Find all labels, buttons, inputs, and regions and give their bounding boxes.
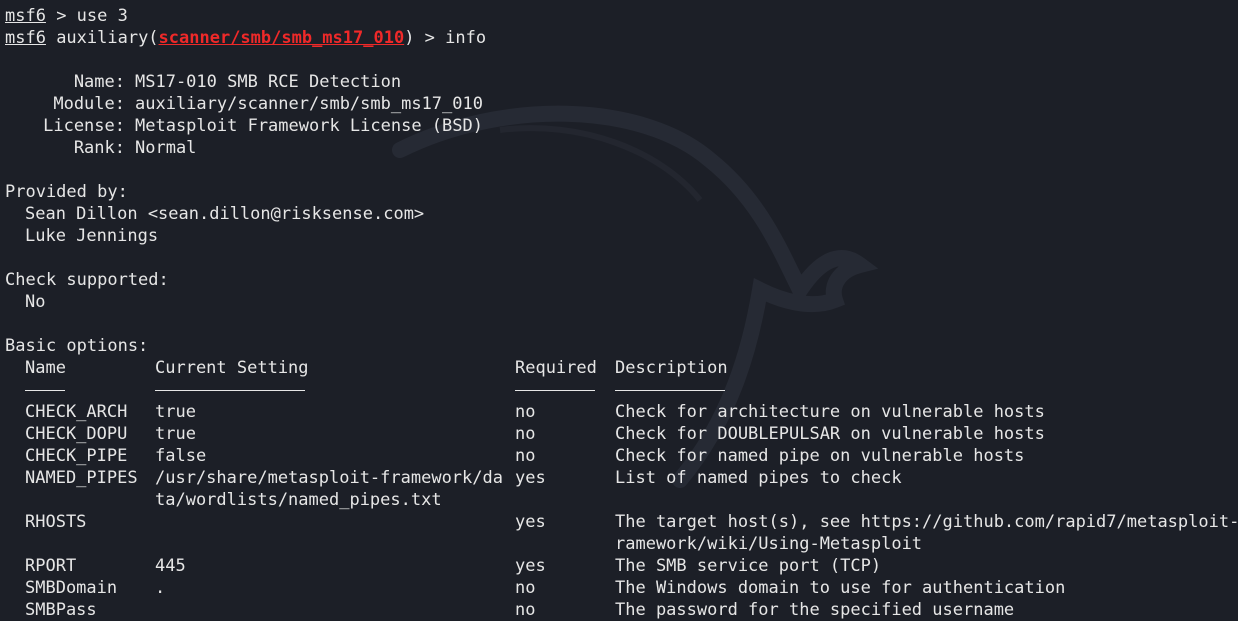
option-required: yes bbox=[515, 468, 546, 488]
option-required: no bbox=[515, 446, 536, 466]
option-setting: true bbox=[155, 402, 196, 422]
terminal-window[interactable]: msf6 > use 3 msf6 auxiliary(scanner/smb/… bbox=[0, 0, 1238, 620]
context-prefix: auxiliary( bbox=[45, 28, 159, 48]
option-required: yes bbox=[515, 556, 546, 576]
command-text: ) > info bbox=[404, 28, 487, 48]
header-underline bbox=[25, 390, 65, 391]
option-description: Check for architecture on vulnerable hos… bbox=[615, 402, 1045, 422]
command-line-info: msf6 auxiliary(scanner/smb/smb_ms17_010)… bbox=[5, 27, 486, 49]
option-setting: true bbox=[155, 424, 196, 444]
option-name: CHECK_ARCH bbox=[25, 402, 128, 422]
option-description: The target host(s), see https://github.c… bbox=[615, 512, 1238, 532]
info-value-license: Metasploit Framework License (BSD) bbox=[135, 116, 483, 136]
column-header-setting: Current Setting bbox=[155, 358, 309, 378]
prompt: msf6 bbox=[5, 28, 46, 48]
option-description: List of named pipes to check bbox=[615, 468, 902, 488]
option-name: NAMED_PIPES bbox=[25, 468, 138, 488]
option-required: yes bbox=[515, 512, 546, 532]
column-header-description: Description bbox=[615, 358, 728, 378]
option-name: RHOSTS bbox=[25, 512, 87, 532]
option-name: RPORT bbox=[25, 556, 77, 576]
option-description: Check for named pipe on vulnerable hosts bbox=[615, 446, 1025, 466]
option-description: Check for DOUBLEPULSAR on vulnerable hos… bbox=[615, 424, 1045, 444]
option-required: no bbox=[515, 402, 536, 422]
prompt: msf6 bbox=[5, 6, 46, 26]
option-name: CHECK_DOPU bbox=[25, 424, 128, 444]
provided-by-heading: Provided by: bbox=[5, 182, 128, 202]
option-required: no bbox=[515, 578, 536, 598]
author: Luke Jennings bbox=[25, 226, 159, 246]
option-description: The password for the specified username bbox=[615, 600, 1015, 620]
option-name: CHECK_PIPE bbox=[25, 446, 128, 466]
column-header-name: Name bbox=[25, 358, 66, 378]
info-value-rank: Normal bbox=[135, 138, 197, 158]
info-value-module: auxiliary/scanner/smb/smb_ms17_010 bbox=[135, 94, 483, 114]
option-setting: false bbox=[155, 446, 207, 466]
info-value-name: MS17-010 SMB RCE Detection bbox=[135, 72, 402, 92]
command-line-use: msf6 > use 3 bbox=[5, 5, 128, 27]
option-setting: . bbox=[155, 578, 166, 598]
header-underline bbox=[515, 390, 595, 391]
option-description: The Windows domain to use for authentica… bbox=[615, 578, 1066, 598]
option-setting: /usr/share/metasploit-framework/da bbox=[155, 468, 503, 488]
info-label-rank: Rank: bbox=[73, 138, 125, 158]
option-required: no bbox=[515, 600, 536, 620]
option-required: no bbox=[515, 424, 536, 444]
option-setting-continued: ta/wordlists/named_pipes.txt bbox=[155, 490, 442, 510]
option-setting: 445 bbox=[155, 556, 186, 576]
option-name: SMBDomain bbox=[25, 578, 118, 598]
header-underline bbox=[615, 390, 725, 391]
option-description-continued: ramework/wiki/Using-Metasploit bbox=[615, 534, 923, 554]
option-description: The SMB service port (TCP) bbox=[615, 556, 882, 576]
info-label-name: Name: bbox=[73, 72, 125, 92]
active-module: scanner/smb/smb_ms17_010 bbox=[158, 28, 405, 48]
info-label-license: License: bbox=[43, 116, 125, 136]
check-supported-value: No bbox=[25, 292, 46, 312]
column-header-required: Required bbox=[515, 358, 597, 378]
command-text: > use 3 bbox=[45, 6, 128, 26]
check-supported-heading: Check supported: bbox=[5, 270, 169, 290]
info-label-module: Module: bbox=[53, 94, 125, 114]
basic-options-heading: Basic options: bbox=[5, 336, 149, 356]
header-underline bbox=[155, 390, 305, 391]
author: Sean Dillon <sean.dillon@risksense.com> bbox=[25, 204, 425, 224]
option-name: SMBPass bbox=[25, 600, 97, 620]
